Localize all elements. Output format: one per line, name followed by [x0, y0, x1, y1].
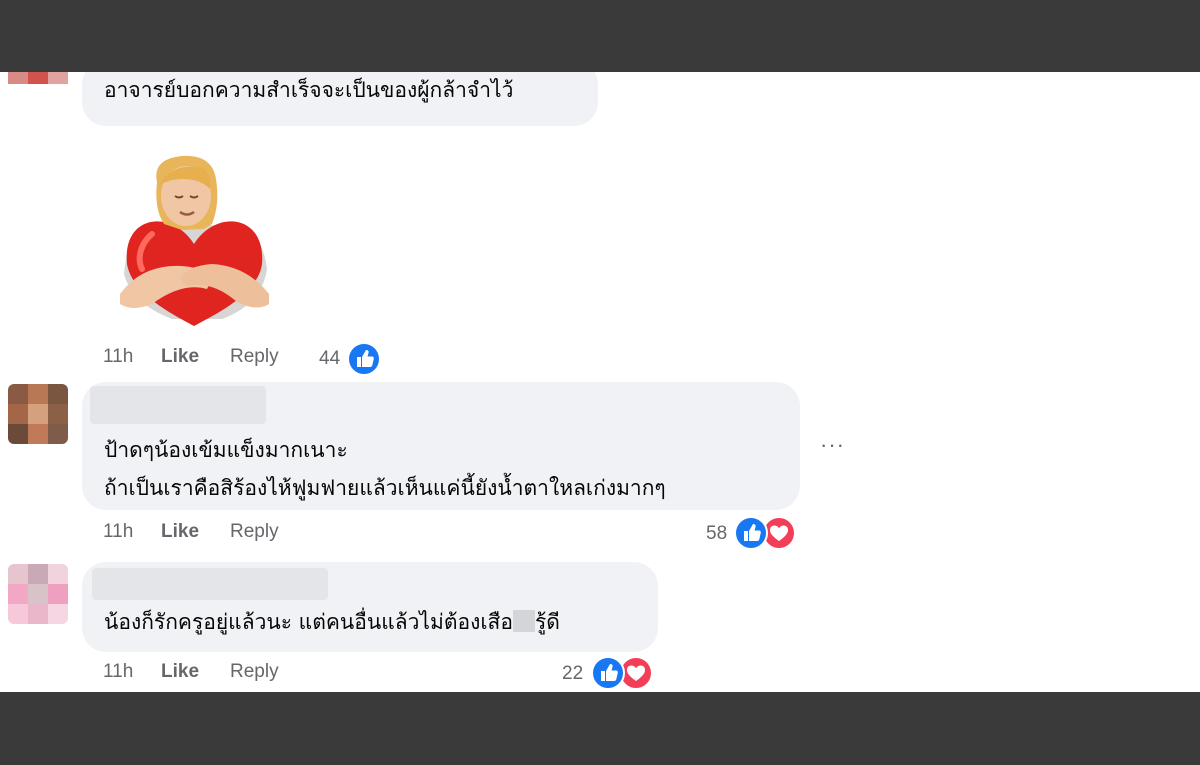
comments-section: อาจารย์บอกความสำเร็จจะเป็นของผู้กล้าจำไว…: [0, 72, 1200, 692]
thumbs-up-icon[interactable]: [347, 342, 381, 376]
hugging-heart-sticker[interactable]: [112, 154, 277, 339]
more-icon[interactable]: ···: [820, 432, 845, 458]
comment-text-part: รู้ดี: [534, 610, 560, 634]
comment-time[interactable]: 11h: [103, 521, 133, 543]
avatar[interactable]: [8, 72, 68, 96]
comment-text-part: น้องก็รักครูอยู่แล้วนะ แต่คนอื่นแล้วไม่ต…: [104, 610, 513, 634]
bottom-frame-bar: [0, 692, 1200, 765]
redaction-block: [512, 610, 535, 632]
thumbs-up-icon[interactable]: [591, 656, 625, 690]
comment-text: ป้าดๆน้องเข้มแข็งมากเนาะ: [104, 438, 348, 462]
comment-bubble: น้องก็รักครูอยู่แล้วนะ แต่คนอื่นแล้วไม่ต…: [82, 562, 658, 652]
top-frame-bar: [0, 0, 1200, 72]
comment-bubble: ป้าดๆน้องเข้มแข็งมากเนาะ ถ้าเป็นเราคือสิ…: [82, 382, 800, 510]
comment-text: น้องก็รักครูอยู่แล้วนะ แต่คนอื่นแล้วไม่ต…: [104, 606, 560, 638]
comment-bubble: อาจารย์บอกความสำเร็จจะเป็นของผู้กล้าจำไว…: [82, 72, 598, 126]
commenter-name[interactable]: [90, 386, 266, 424]
reply-button[interactable]: Reply: [230, 346, 279, 368]
comment-time[interactable]: 11h: [103, 346, 133, 368]
comment-text: ถ้าเป็นเราคือสิร้องไห้ฟูมฟายแล้วเห็นแค่น…: [104, 476, 666, 500]
reaction-count[interactable]: 58: [706, 523, 727, 545]
reaction-count[interactable]: 44: [319, 348, 340, 370]
avatar[interactable]: [8, 384, 68, 444]
like-button[interactable]: Like: [161, 346, 199, 368]
comment-text: อาจารย์บอกความสำเร็จจะเป็นของผู้กล้าจำไว…: [104, 78, 514, 102]
comment-time[interactable]: 11h: [103, 661, 133, 683]
reaction-count[interactable]: 22: [562, 663, 583, 685]
reply-button[interactable]: Reply: [230, 521, 279, 543]
commenter-name[interactable]: [92, 568, 328, 600]
avatar[interactable]: [8, 564, 68, 624]
comment-actions: 11h Like Reply: [103, 657, 403, 687]
reply-button[interactable]: Reply: [230, 661, 279, 683]
thumbs-up-icon[interactable]: [734, 516, 768, 550]
like-button[interactable]: Like: [161, 661, 199, 683]
comment-actions: 11h Like Reply: [103, 517, 403, 547]
like-button[interactable]: Like: [161, 521, 199, 543]
